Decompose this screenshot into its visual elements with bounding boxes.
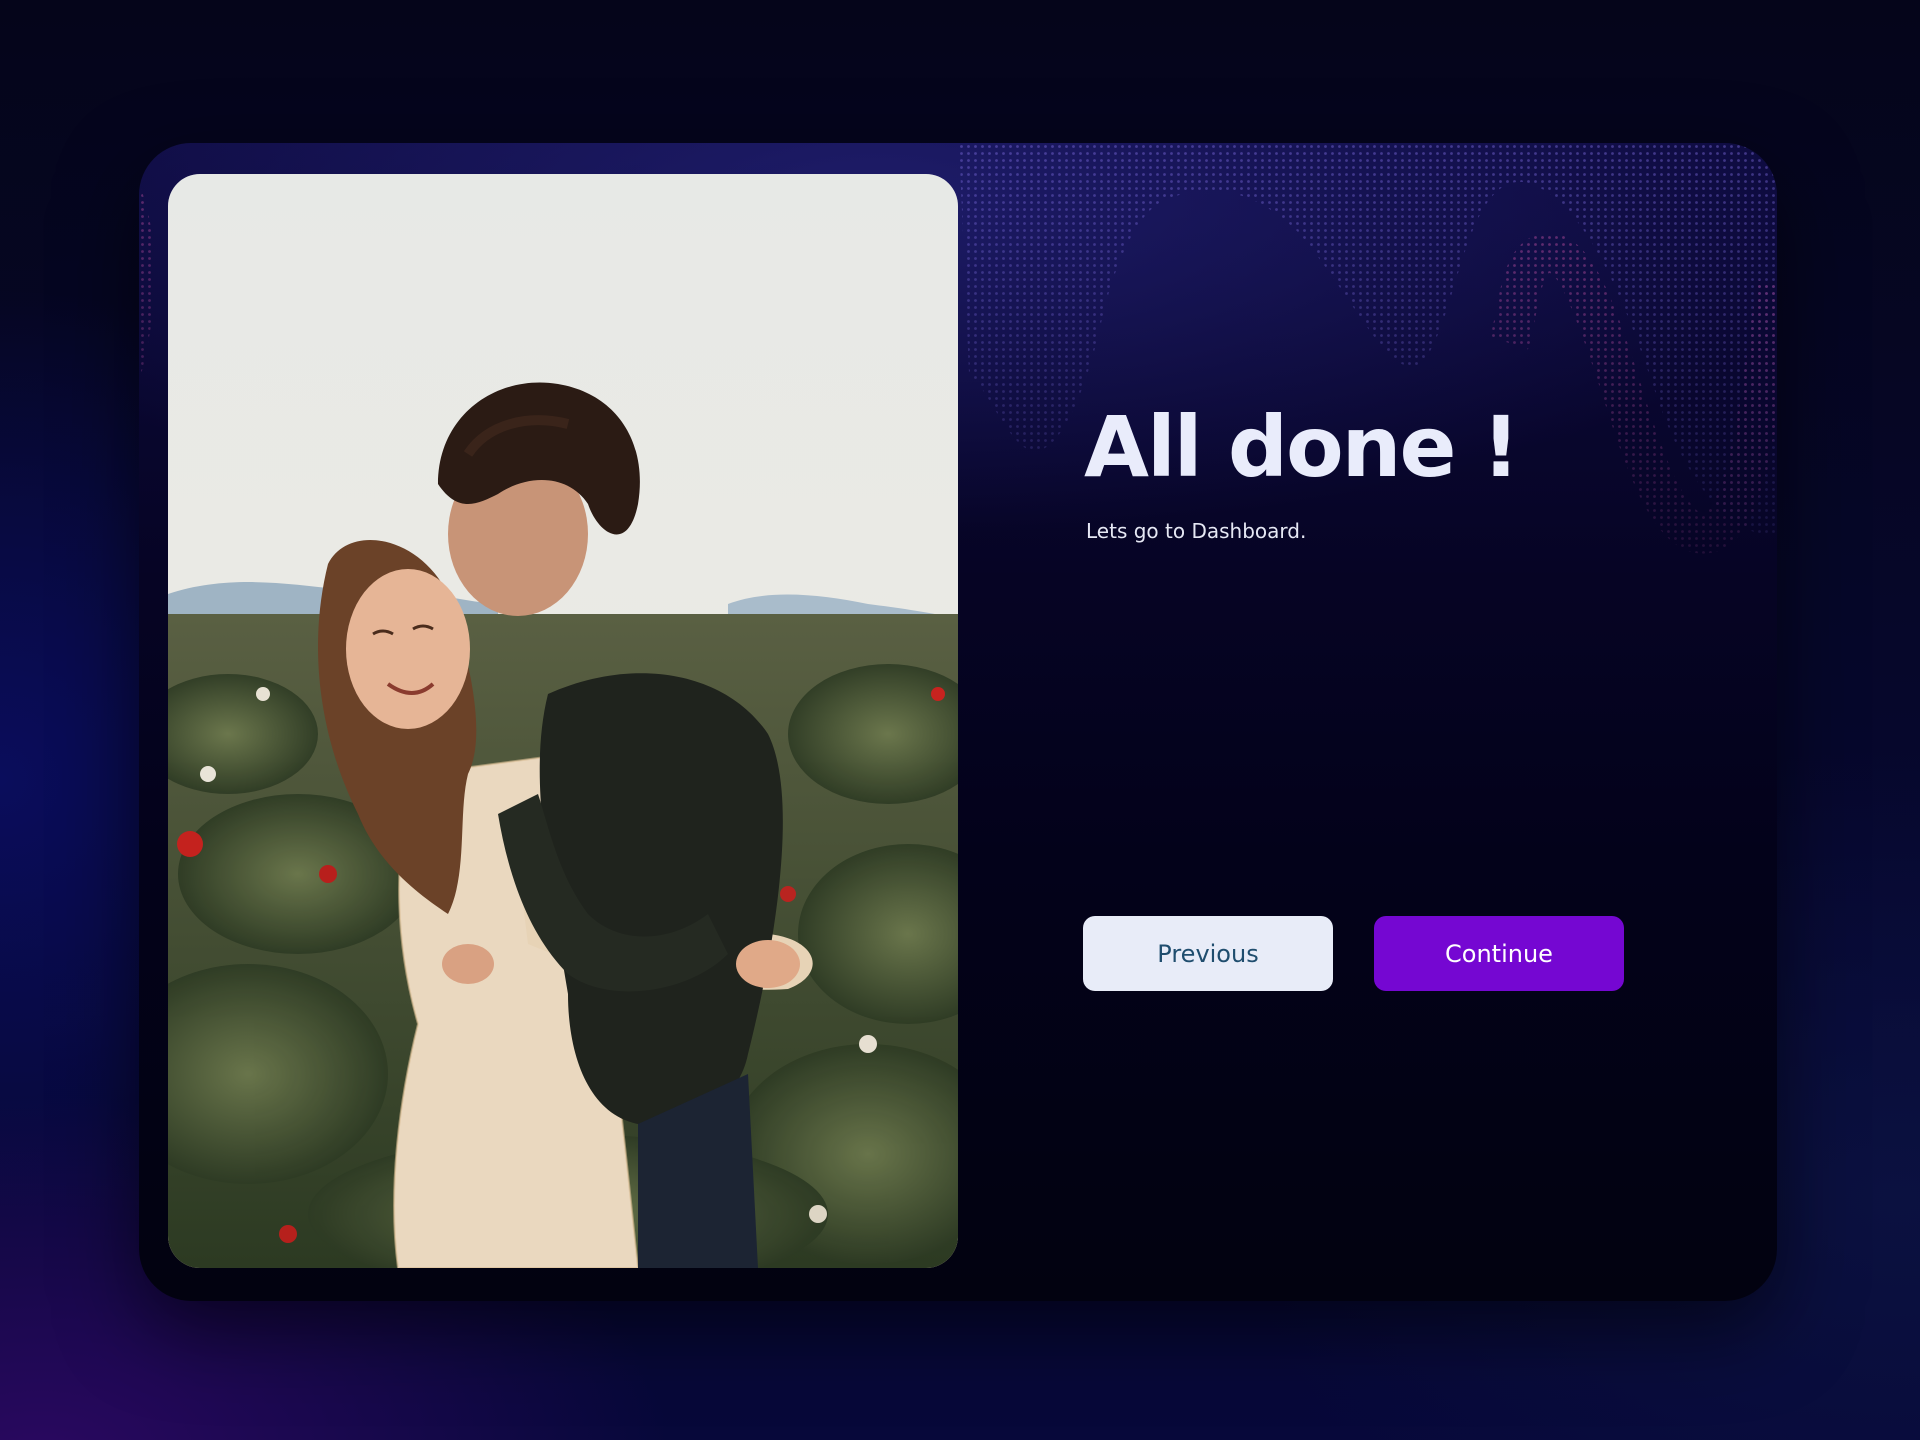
couple-photo (168, 174, 958, 1268)
action-buttons: Previous Continue (1083, 916, 1624, 991)
previous-button[interactable]: Previous (1083, 916, 1333, 991)
continue-button[interactable]: Continue (1374, 916, 1624, 991)
completion-title: All done ! (1084, 398, 1520, 496)
couple-photo-illustration (168, 174, 958, 1268)
completion-card: All done ! Lets go to Dashboard. Previou… (139, 143, 1777, 1301)
completion-subtitle: Lets go to Dashboard. (1086, 519, 1307, 544)
completion-content: All done ! Lets go to Dashboard. (1084, 403, 1724, 543)
